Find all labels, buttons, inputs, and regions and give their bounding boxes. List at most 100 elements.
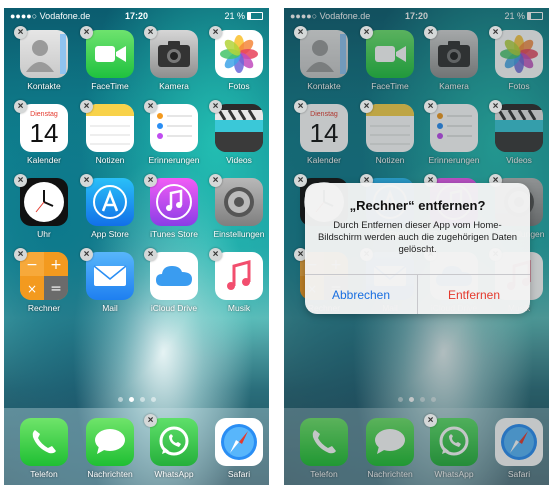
delete-app-badge[interactable]: × [209, 174, 222, 187]
safari-icon [215, 418, 263, 466]
status-bar: ●●●●○ Vodafone.de 17:20 21 % [4, 8, 269, 24]
delete-app-badge[interactable]: × [14, 26, 27, 39]
clock-icon [20, 178, 68, 226]
app-label: Telefon [30, 469, 58, 479]
mail-icon [86, 252, 134, 300]
app-label: Erinnerungen [148, 155, 200, 165]
svg-text:=: = [50, 281, 62, 297]
dock-app-phone[interactable]: Telefon [16, 418, 72, 485]
delete-app-badge[interactable]: × [209, 26, 222, 39]
delete-app-badge: × [424, 26, 437, 39]
app-videos[interactable]: × Videos [209, 100, 267, 174]
calculator-icon: −+ × = [20, 252, 68, 300]
app-label: Kalender [26, 155, 62, 165]
delete-app-badge[interactable]: × [209, 100, 222, 113]
app-label: Musik [227, 303, 251, 313]
cancel-button[interactable]: Abbrechen [305, 275, 418, 314]
app-label: Uhr [37, 229, 51, 239]
app-label: FaceTime [91, 81, 129, 91]
delete-app-alert: „Rechner“ entfernen? Durch Entfernen die… [305, 183, 530, 314]
app-photos[interactable]: × Fotos [209, 26, 267, 100]
facetime-icon [86, 30, 134, 78]
calendar-day: 14 [29, 117, 59, 148]
app-label: WhatsApp [154, 469, 194, 479]
alert-button-row: Abbrechen Entfernen [305, 274, 530, 314]
app-label: iTunes Store [150, 229, 198, 239]
app-clock[interactable]: × Uhr [14, 174, 72, 248]
home-screen-edit-mode: ●●●●○ Vodafone.de 17:20 21 % × Kontakte × F… [4, 8, 269, 485]
delete-app-badge: × [360, 26, 373, 39]
app-settings[interactable]: × Einstellungen [209, 174, 267, 248]
delete-app-badge: × [294, 100, 307, 113]
delete-app-badge: × [424, 100, 437, 113]
delete-app-badge[interactable]: × [144, 174, 157, 187]
app-label: App Store [91, 229, 129, 239]
photos-icon [215, 30, 263, 78]
dock-app-safari[interactable]: Safari [211, 418, 267, 485]
app-icloud[interactable]: × iCloud Drive [144, 248, 202, 322]
svg-text:−: − [26, 257, 38, 273]
music-icon [215, 252, 263, 300]
delete-app-badge[interactable]: × [80, 174, 93, 187]
app-label: Einstellungen [213, 229, 265, 239]
app-music[interactable]: × Musik [209, 248, 267, 322]
app-store-icon [86, 178, 134, 226]
app-label: Nachrichten [87, 469, 133, 479]
contacts-icon [20, 30, 68, 78]
app-label: Kamera [159, 81, 189, 91]
app-contacts[interactable]: × Kontakte [14, 26, 72, 100]
dock-app-whatsapp[interactable]: × WhatsApp [144, 414, 202, 485]
itunes-icon [150, 178, 198, 226]
alert-title: „Rechner“ entfernen? [349, 198, 486, 213]
app-label: Mail [102, 303, 118, 313]
delete-app-badge[interactable]: × [144, 100, 157, 113]
phone-icon [20, 418, 68, 466]
delete-app-badge[interactable]: × [14, 174, 27, 187]
dock-app-messages[interactable]: Nachrichten [82, 418, 138, 485]
delete-app-badge[interactable]: × [80, 26, 93, 39]
app-label: Fotos [228, 81, 250, 91]
app-itunes[interactable]: × iTunes Store [144, 174, 202, 248]
messages-icon [86, 418, 134, 466]
delete-app-badge[interactable]: × [14, 248, 27, 261]
page-dot[interactable] [150, 397, 156, 402]
delete-app-badge[interactable]: × [80, 100, 93, 113]
delete-app-badge[interactable]: × [14, 100, 27, 113]
battery-icon [247, 12, 263, 20]
app-label: iCloud Drive [150, 303, 198, 313]
calendar-icon: Dienstag 14 [20, 104, 68, 152]
delete-app-badge: × [360, 100, 373, 113]
delete-app-badge[interactable]: × [144, 414, 157, 427]
delete-app-badge[interactable]: × [209, 248, 222, 261]
delete-app-badge[interactable]: × [80, 248, 93, 261]
whatsapp-icon [150, 418, 198, 466]
settings-icon [215, 178, 263, 226]
page-dot[interactable] [117, 397, 123, 402]
delete-app-badge: × [489, 26, 502, 39]
app-calculator[interactable]: × − + × = Rechner [14, 248, 72, 322]
app-label: Kontakte [27, 81, 61, 91]
app-camera[interactable]: × Kamera [144, 26, 202, 100]
alert-message: Durch Entfernen dieser App vom Home-Bild… [317, 220, 518, 255]
icloud-icon [150, 252, 198, 300]
page-dot[interactable] [139, 397, 145, 402]
notes-icon [86, 104, 134, 152]
delete-app-badge[interactable]: × [144, 26, 157, 39]
delete-app-badge: × [294, 26, 307, 39]
app-mail[interactable]: × Mail [80, 248, 138, 322]
app-calendar[interactable]: × Dienstag 14 Kalender [14, 100, 72, 174]
app-facetime[interactable]: × FaceTime [80, 26, 138, 100]
app-label: Videos [226, 155, 252, 165]
app-label: Safari [227, 469, 251, 479]
app-reminders[interactable]: × Erinnerungen [144, 100, 202, 174]
svg-text:×: × [27, 282, 37, 296]
app-label: Rechner [27, 303, 61, 313]
app-app-store[interactable]: × App Store [80, 174, 138, 248]
app-label: Notizen [95, 155, 125, 165]
remove-button[interactable]: Entfernen [418, 275, 530, 314]
calendar-weekday: Dienstag [30, 110, 58, 118]
page-dot-current[interactable] [128, 397, 134, 402]
delete-app-badge[interactable]: × [144, 248, 157, 261]
delete-app-badge: × [294, 174, 307, 187]
app-notes[interactable]: × Notizen [80, 100, 138, 174]
